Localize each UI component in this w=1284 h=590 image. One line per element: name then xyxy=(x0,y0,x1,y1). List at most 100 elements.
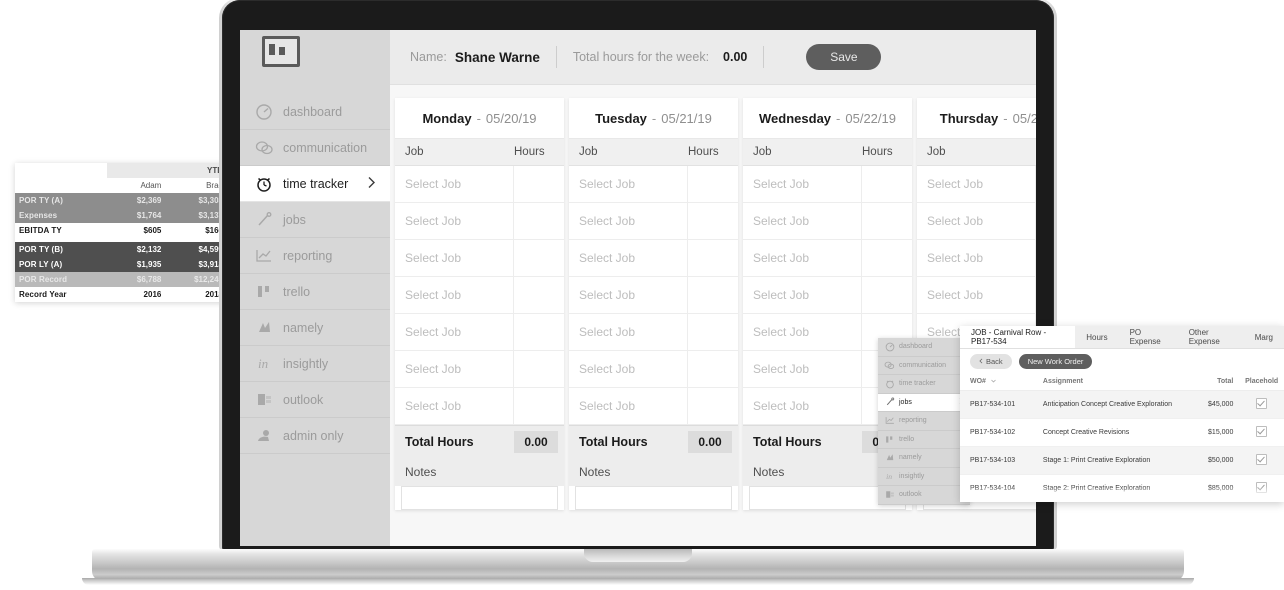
sidebar-item-admin-only[interactable]: admin only xyxy=(240,418,390,454)
header-placeholder[interactable]: Placehold xyxy=(1239,373,1284,391)
header-wo[interactable]: WO# xyxy=(960,373,1033,391)
sidebar-item-dashboard[interactable]: dashboard xyxy=(240,94,390,130)
hours-input[interactable] xyxy=(688,351,738,387)
sidebar-item-insightly[interactable]: in insightly xyxy=(240,346,390,382)
hours-input[interactable] xyxy=(514,388,564,424)
sidebar-item-outlook[interactable]: outlook xyxy=(240,382,390,418)
sidebar-item-trello[interactable]: trello xyxy=(240,274,390,310)
header-total[interactable]: Total xyxy=(1181,373,1240,391)
mini-sidebar-item-label: dashboard xyxy=(899,343,933,351)
ytd-row-adam: $1,935 xyxy=(136,260,162,269)
hours-input[interactable] xyxy=(514,203,564,239)
placeholder-checkbox[interactable] xyxy=(1256,398,1268,409)
select-job-dropdown[interactable]: Select Job xyxy=(395,203,514,239)
hours-input[interactable] xyxy=(514,351,564,387)
placeholder-checkbox[interactable] xyxy=(1256,454,1268,465)
mini-sidebar-item-communication[interactable]: communication xyxy=(878,356,970,375)
tab-job-title[interactable]: JOB - Carnival Row - PB17-534 xyxy=(960,326,1076,348)
select-job-dropdown[interactable]: Select Job xyxy=(917,277,1036,313)
mini-sidebar-item-dashboard[interactable]: dashboard xyxy=(878,338,970,357)
hours-input[interactable] xyxy=(514,277,564,313)
mini-sidebar-item-insightly[interactable]: in insightly xyxy=(878,467,970,486)
header-assignment[interactable]: Assignment xyxy=(1032,373,1182,391)
placeholder-checkbox[interactable] xyxy=(1256,482,1268,493)
hours-input[interactable] xyxy=(688,388,738,424)
notes-input[interactable] xyxy=(575,486,732,510)
select-job-dropdown[interactable]: Select Job xyxy=(395,240,514,276)
ytd-table: YTD Adam Brad POR TY (A) $2,369 $3,303 E… xyxy=(15,163,230,302)
employee-name: Shane Warne xyxy=(454,49,540,65)
tab-margin[interactable]: Marg xyxy=(1244,326,1284,348)
select-job-dropdown[interactable]: Select Job xyxy=(743,314,862,350)
ytd-row-label: POR TY (B) xyxy=(19,245,63,254)
select-job-dropdown[interactable]: Select Job xyxy=(917,240,1036,276)
chevron-left-icon xyxy=(979,357,983,366)
select-job-dropdown[interactable]: Select Job xyxy=(395,351,514,387)
tab-po-expense[interactable]: PO Expense xyxy=(1119,326,1178,348)
select-job-dropdown[interactable]: Select Job xyxy=(743,203,862,239)
select-job-dropdown[interactable]: Select Job xyxy=(569,240,688,276)
cell-assignment: Concept Creative Revisions xyxy=(1032,418,1182,447)
sidebar-item-namely[interactable]: namely xyxy=(240,310,390,346)
select-job-dropdown[interactable]: Select Job xyxy=(569,166,688,202)
select-job-dropdown[interactable]: Select Job xyxy=(743,240,862,276)
select-job-dropdown[interactable]: Select Job xyxy=(917,203,1036,239)
tab-hours[interactable]: Hours xyxy=(1075,326,1118,348)
mini-sidebar-item-trello[interactable]: trello xyxy=(878,430,970,449)
hours-input[interactable] xyxy=(862,277,912,313)
select-job-dropdown[interactable]: Select Job xyxy=(743,388,862,424)
back-button[interactable]: Back xyxy=(970,353,1012,369)
select-job-dropdown[interactable]: Select Job xyxy=(569,314,688,350)
mini-sidebar-item-label: time tracker xyxy=(899,380,936,388)
select-job-dropdown[interactable]: Select Job xyxy=(569,351,688,387)
ytd-finance-card: YTD Adam Brad POR TY (A) $2,369 $3,303 E… xyxy=(15,163,230,302)
select-job-dropdown[interactable]: Select Job xyxy=(569,388,688,424)
select-job-dropdown[interactable]: Select Job xyxy=(743,351,862,387)
select-job-dropdown[interactable]: Select Job xyxy=(917,166,1036,202)
header-hours: Hours xyxy=(688,146,719,158)
hours-input[interactable] xyxy=(514,166,564,202)
job-row: Select Job xyxy=(743,277,912,314)
select-job-dropdown[interactable]: Select Job xyxy=(569,277,688,313)
sidebar-item-time-tracker[interactable]: time tracker xyxy=(240,166,390,202)
day-dash: - xyxy=(1003,110,1008,126)
hours-input[interactable] xyxy=(688,166,738,202)
header-job: Job xyxy=(405,146,424,158)
mini-sidebar-item-reporting[interactable]: reporting xyxy=(878,412,970,431)
select-job-dropdown[interactable]: Select Job xyxy=(395,166,514,202)
select-job-dropdown[interactable]: Select Job xyxy=(743,277,862,313)
select-job-dropdown[interactable]: Select Job xyxy=(395,388,514,424)
mini-sidebar-item-outlook[interactable]: outlook xyxy=(878,486,970,505)
hours-input[interactable] xyxy=(688,240,738,276)
sidebar-item-reporting[interactable]: reporting xyxy=(240,238,390,274)
save-button[interactable]: Save xyxy=(806,44,882,70)
sidebar-item-jobs[interactable]: jobs xyxy=(240,202,390,238)
new-work-order-button[interactable]: New Work Order xyxy=(1018,353,1093,369)
hours-input[interactable] xyxy=(514,240,564,276)
sidebar-item-communication[interactable]: communication xyxy=(240,130,390,166)
select-job-dropdown[interactable]: Select Job xyxy=(743,166,862,202)
notes-input[interactable] xyxy=(401,486,558,510)
header-job: Job xyxy=(753,146,772,158)
select-job-dropdown[interactable]: Select Job xyxy=(395,277,514,313)
hours-input[interactable] xyxy=(688,277,738,313)
hours-input[interactable] xyxy=(862,166,912,202)
ytd-row-label: Expenses xyxy=(19,211,58,220)
tab-other-expense[interactable]: Other Expense xyxy=(1178,326,1244,348)
select-job-dropdown[interactable]: Select Job xyxy=(569,203,688,239)
mini-sidebar-item-label: outlook xyxy=(899,491,922,499)
hours-input[interactable] xyxy=(688,314,738,350)
hours-input[interactable] xyxy=(688,203,738,239)
hours-input[interactable] xyxy=(862,203,912,239)
cell-total: $85,000 xyxy=(1181,474,1240,502)
mini-sidebar-item-namely[interactable]: namely xyxy=(878,449,970,468)
day-date: 05/20/19 xyxy=(485,110,537,126)
mini-sidebar-item-time-tracker[interactable]: time tracker xyxy=(878,375,970,394)
hours-input[interactable] xyxy=(862,240,912,276)
hours-input[interactable] xyxy=(514,314,564,350)
chat-icon xyxy=(252,138,276,158)
select-job-dropdown[interactable]: Select Job xyxy=(395,314,514,350)
mini-sidebar-item-jobs[interactable]: jobs xyxy=(878,393,970,412)
placeholder-checkbox[interactable] xyxy=(1256,426,1268,437)
job-row: Select Job xyxy=(917,203,1036,240)
